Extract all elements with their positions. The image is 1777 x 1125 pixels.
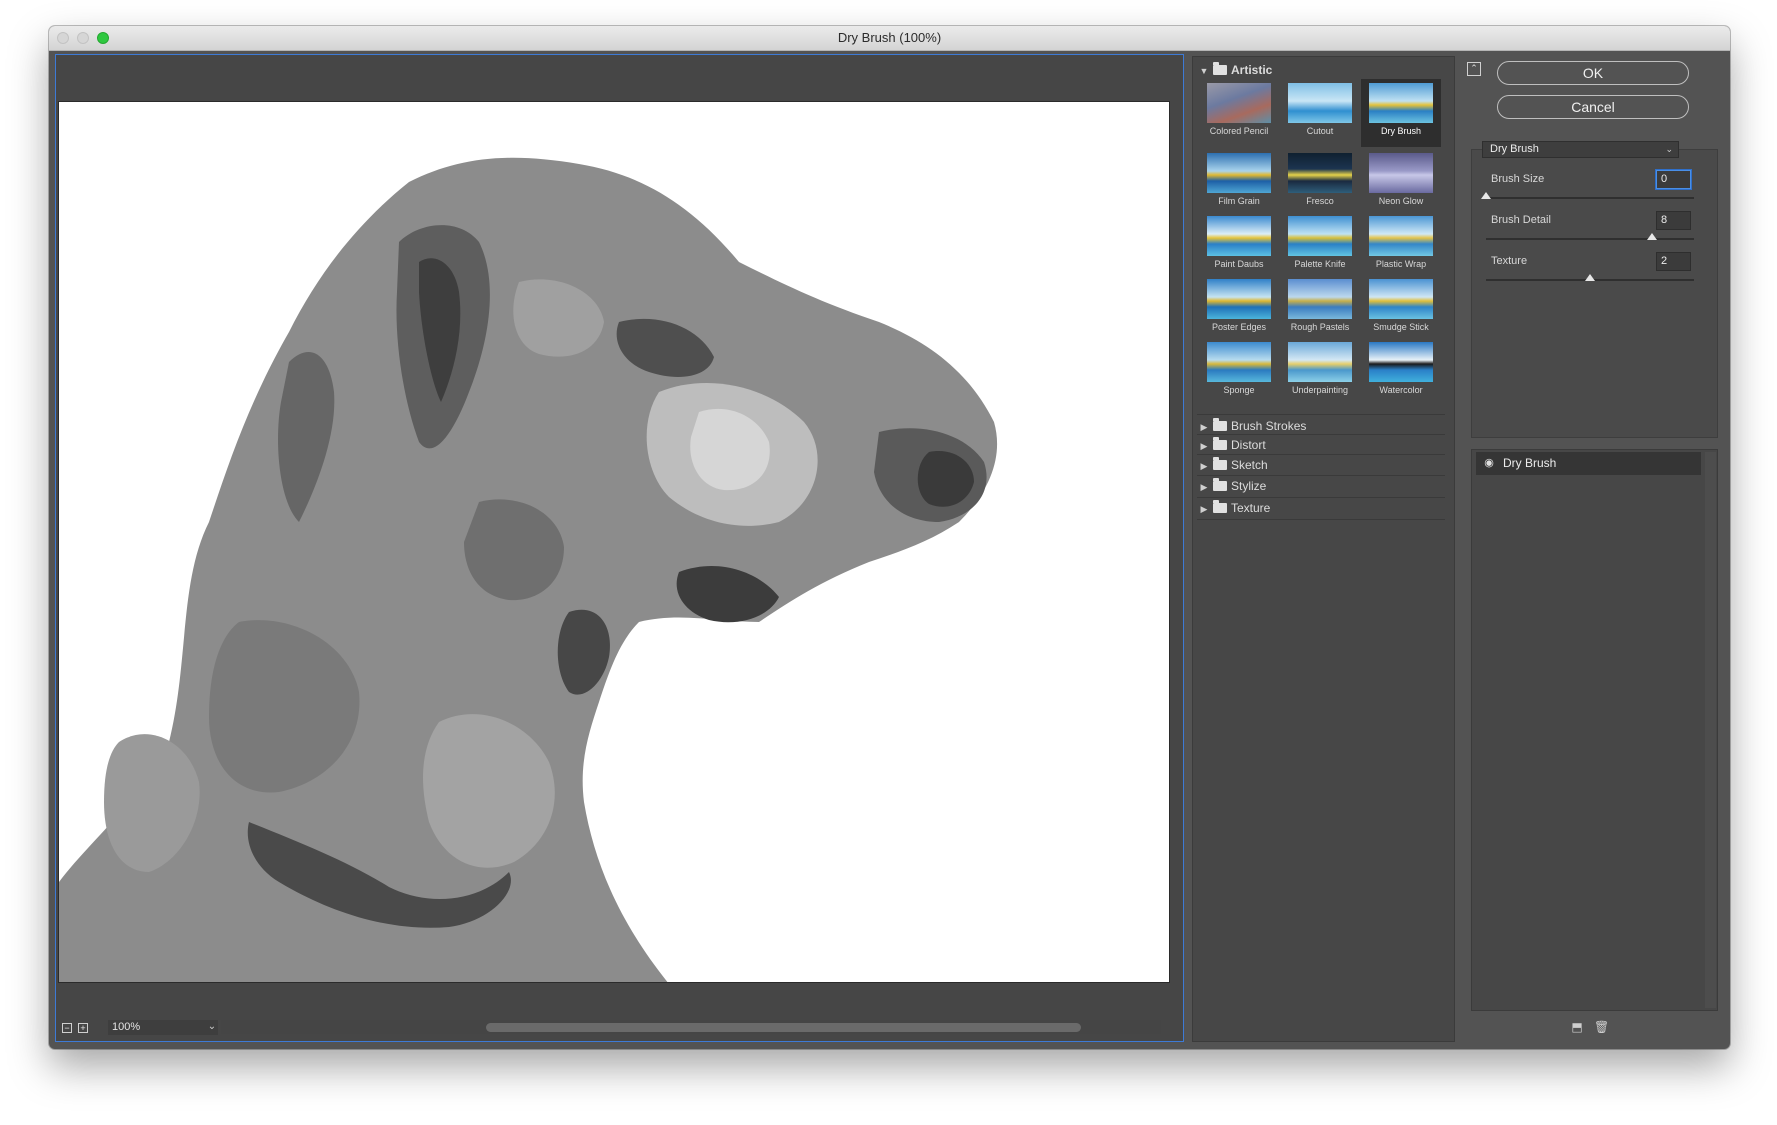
brush-size-input[interactable]: 0 — [1656, 170, 1691, 189]
thumbnail-image — [1369, 83, 1433, 123]
texture-input[interactable]: 2 — [1656, 252, 1691, 271]
thumbnail-image — [1207, 342, 1271, 382]
title-bar: Dry Brush (100%) — [49, 26, 1730, 51]
triangle-right-icon: ▶ — [1200, 441, 1208, 451]
divider — [1197, 519, 1445, 520]
slider-thumb[interactable] — [1647, 233, 1658, 240]
thumbnail-image — [1369, 342, 1433, 382]
effect-layers-panel: ◉ Dry Brush — [1471, 449, 1718, 1011]
cancel-button[interactable]: Cancel — [1497, 95, 1689, 119]
preview-canvas[interactable] — [58, 101, 1170, 983]
window-title: Dry Brush (100%) — [837, 30, 942, 45]
zoom-value: 100% — [112, 1021, 141, 1033]
triangle-right-icon: ▶ — [1200, 504, 1208, 514]
filter-watercolor[interactable]: Watercolor — [1361, 338, 1441, 406]
new-layer-icon[interactable]: ⬒ — [1570, 1020, 1584, 1034]
category-texture[interactable]: ▶ Texture — [1197, 498, 1447, 518]
preview-toolbar: − + 100% ⌄ — [56, 1013, 1183, 1041]
thumbnail-image — [1288, 342, 1352, 382]
scrollbar-thumb[interactable] — [486, 1023, 1081, 1032]
filter-neon-glow[interactable]: Neon Glow — [1361, 149, 1441, 217]
filter-underpainting[interactable]: Underpainting — [1280, 338, 1360, 406]
thumbnail-image — [1369, 279, 1433, 319]
filter-gallery: ▼ Artistic Colored Pencil Cutout Dry Brus… — [1192, 56, 1455, 1042]
brush-detail-slider[interactable] — [1486, 233, 1694, 240]
category-sketch[interactable]: ▶ Sketch — [1197, 455, 1447, 475]
zoom-select[interactable]: 100% ⌄ — [108, 1020, 218, 1035]
filter-gallery-window: Dry Brush (100%) − + 100% ⌄ ▼ Artistic C… — [49, 26, 1730, 1049]
triangle-down-icon: ▼ — [1199, 66, 1209, 76]
divider — [1197, 414, 1445, 415]
eye-icon[interactable]: ◉ — [1481, 452, 1497, 475]
filter-sponge[interactable]: Sponge — [1199, 338, 1279, 406]
triangle-right-icon: ▶ — [1200, 461, 1208, 471]
filter-rough-pastels[interactable]: Rough Pastels — [1280, 275, 1360, 343]
dog-image — [59, 102, 1169, 982]
filter-colored-pencil[interactable]: Colored Pencil — [1199, 79, 1279, 147]
chevron-down-icon: ⌄ — [207, 1021, 217, 1032]
folder-icon — [1213, 62, 1227, 75]
preview-panel[interactable]: − + 100% ⌄ — [55, 54, 1184, 1042]
zoom-in-icon[interactable]: + — [78, 1023, 88, 1033]
filter-palette-knife[interactable]: Palette Knife — [1280, 212, 1360, 280]
filter-poster-edges[interactable]: Poster Edges — [1199, 275, 1279, 343]
layers-scrollbar[interactable] — [1705, 452, 1716, 1008]
chevron-down-icon: ⌄ — [1665, 144, 1673, 154]
folder-icon — [1213, 418, 1227, 431]
thumbnail-image — [1207, 216, 1271, 256]
thumbnail-image — [1369, 216, 1433, 256]
filter-plastic-wrap[interactable]: Plastic Wrap — [1361, 212, 1441, 280]
thumbnail-image — [1288, 83, 1352, 123]
folder-icon — [1213, 478, 1227, 491]
thumbnail-image — [1207, 279, 1271, 319]
filter-settings-panel — [1471, 149, 1718, 438]
filter-cutout[interactable]: Cutout — [1280, 79, 1360, 147]
filter-film-grain[interactable]: Film Grain — [1199, 149, 1279, 217]
thumbnail-image — [1288, 216, 1352, 256]
brush-size-label: Brush Size — [1491, 173, 1545, 185]
texture-slider[interactable] — [1486, 274, 1694, 281]
category-stylize[interactable]: ▶ Stylize — [1197, 476, 1447, 496]
triangle-right-icon: ▶ — [1200, 482, 1208, 492]
filter-dry-brush[interactable]: Dry Brush — [1361, 79, 1441, 147]
folder-icon — [1213, 437, 1227, 450]
brush-detail-input[interactable]: 8 — [1656, 211, 1691, 230]
thumbnail-image — [1288, 279, 1352, 319]
thumbnail-image — [1207, 153, 1271, 193]
collapse-gallery-icon[interactable]: ⌃ — [1467, 62, 1481, 76]
brush-detail-label: Brush Detail — [1491, 214, 1551, 226]
category-artistic[interactable]: ▼ Artistic — [1197, 60, 1447, 80]
effect-layer-dry-brush[interactable]: ◉ Dry Brush — [1476, 452, 1701, 475]
horizontal-scrollbar[interactable] — [221, 1020, 1161, 1034]
ok-button[interactable]: OK — [1497, 61, 1689, 85]
slider-thumb[interactable] — [1481, 192, 1491, 199]
category-distort[interactable]: ▶ Distort — [1197, 435, 1447, 455]
texture-label: Texture — [1491, 255, 1528, 267]
thumbnail-image — [1207, 83, 1271, 123]
trash-icon[interactable]: 🗑 — [1594, 1020, 1609, 1034]
filter-smudge-stick[interactable]: Smudge Stick — [1361, 275, 1441, 343]
filter-paint-daubs[interactable]: Paint Daubs — [1199, 212, 1279, 280]
slider-thumb[interactable] — [1585, 274, 1595, 281]
category-brush-strokes[interactable]: ▶ Brush Strokes — [1197, 416, 1447, 436]
thumbnail-image — [1288, 153, 1352, 193]
filter-select[interactable]: Dry Brush ⌄ — [1482, 141, 1679, 158]
folder-icon — [1213, 500, 1227, 513]
thumbnail-image — [1369, 153, 1433, 193]
filter-fresco[interactable]: Fresco — [1280, 149, 1360, 217]
folder-icon — [1213, 457, 1227, 470]
zoom-out-icon[interactable]: − — [62, 1023, 72, 1033]
brush-size-slider[interactable] — [1481, 192, 1694, 199]
